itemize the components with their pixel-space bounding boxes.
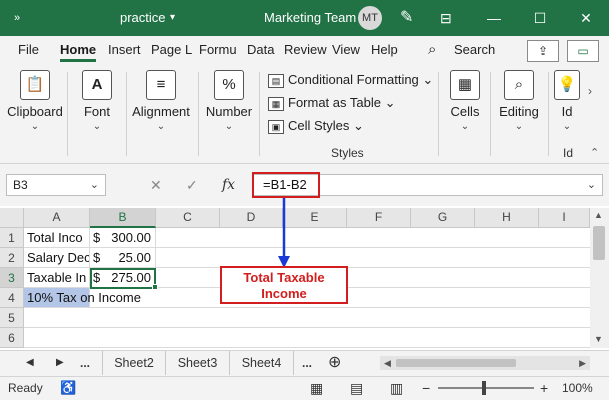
more-sheets-left[interactable]: ... bbox=[80, 351, 90, 375]
page-layout-view-icon[interactable]: ▤ bbox=[350, 376, 363, 400]
zoom-slider[interactable] bbox=[438, 387, 534, 389]
zoom-slider-thumb[interactable] bbox=[482, 381, 486, 395]
tab-sheet4[interactable]: Sheet4 bbox=[230, 351, 294, 375]
add-sheet-icon[interactable]: ⊕ bbox=[328, 351, 341, 375]
horizontal-scrollbar[interactable]: ◀ ▶ bbox=[380, 356, 590, 370]
next-sheet-icon[interactable]: ▶ bbox=[56, 351, 64, 375]
tab-sheet3[interactable]: Sheet3 bbox=[166, 351, 230, 375]
scroll-left-icon[interactable]: ◀ bbox=[384, 356, 391, 370]
scroll-right-icon[interactable]: ▶ bbox=[579, 356, 586, 370]
annotation-callout: Total Taxable Income bbox=[220, 266, 348, 304]
scroll-down-icon[interactable]: ▼ bbox=[594, 334, 603, 344]
zoom-level[interactable]: 100% bbox=[562, 376, 593, 400]
accessibility-icon[interactable]: ♿ bbox=[60, 376, 76, 400]
more-sheets-right[interactable]: ... bbox=[302, 351, 312, 375]
page-break-view-icon[interactable]: ▥ bbox=[390, 376, 403, 400]
zoom-out-button[interactable]: − bbox=[422, 376, 430, 400]
callout-line-2: Income bbox=[261, 286, 307, 301]
scrollbar-thumb[interactable] bbox=[593, 226, 605, 260]
h-scrollbar-thumb[interactable] bbox=[396, 359, 516, 367]
scroll-up-icon[interactable]: ▲ bbox=[594, 210, 603, 220]
normal-view-icon[interactable]: ▦ bbox=[310, 376, 323, 400]
tab-sheet2[interactable]: Sheet2 bbox=[102, 351, 166, 375]
prev-sheet-icon[interactable]: ◀ bbox=[26, 351, 34, 375]
status-ready: Ready bbox=[8, 381, 43, 395]
zoom-in-button[interactable]: + bbox=[540, 376, 548, 400]
annotation-arrow bbox=[278, 198, 290, 268]
callout-line-1: Total Taxable bbox=[243, 270, 325, 285]
